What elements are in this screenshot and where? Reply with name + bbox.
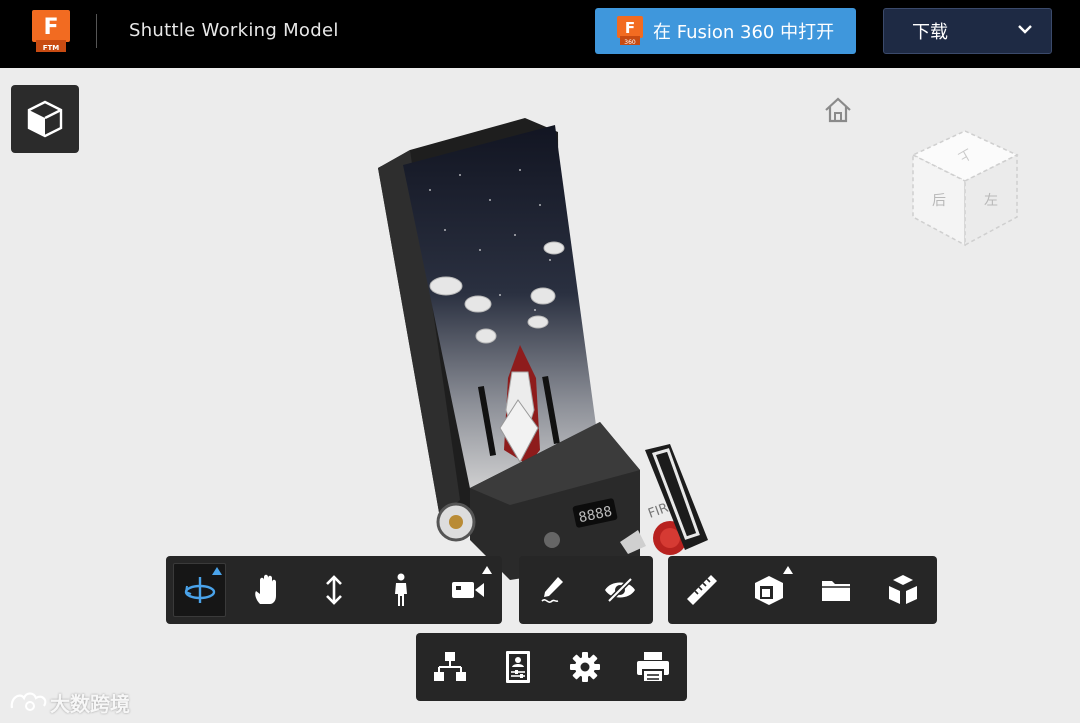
navigation-toolbar <box>166 556 502 624</box>
zoom-button[interactable] <box>301 556 368 624</box>
first-person-icon <box>395 573 408 606</box>
zoom-icon <box>326 575 343 605</box>
orbit-menu-indicator <box>212 567 223 575</box>
pan-icon <box>255 574 276 604</box>
measure-ruler-icon <box>686 575 717 605</box>
header-divider <box>96 14 97 48</box>
svg-text:360: 360 <box>624 39 636 46</box>
home-icon[interactable] <box>823 96 853 124</box>
settings-gear-icon <box>570 652 601 682</box>
watermark-logo-icon <box>10 691 47 711</box>
markup-toolbar <box>519 556 653 624</box>
pan-button[interactable] <box>233 556 300 624</box>
shuttle-model-canvas[interactable]: 8888 FIRE <box>370 110 720 580</box>
explode-button[interactable] <box>870 556 937 624</box>
svg-text:F: F <box>43 15 58 40</box>
print-icon <box>637 652 670 683</box>
watermark-text: 大数跨境 <box>50 692 130 716</box>
camera-menu-indicator <box>481 566 492 574</box>
section-button[interactable] <box>735 556 802 624</box>
chevron-down-icon <box>1018 25 1032 34</box>
watermark: 大数跨境 <box>8 688 130 717</box>
download-button[interactable]: 下载 <box>883 8 1052 54</box>
svg-text:左: 左 <box>984 193 998 209</box>
fusion-logo-icon: F FTM <box>32 10 70 52</box>
hide-button[interactable] <box>586 556 653 624</box>
print-button[interactable] <box>619 633 687 701</box>
orbit-icon <box>184 577 215 603</box>
download-label: 下载 <box>912 22 948 43</box>
measure-button[interactable] <box>668 556 735 624</box>
orbit-button[interactable] <box>173 563 227 617</box>
settings-button[interactable] <box>552 633 620 701</box>
top-bar: F FTM Shuttle Working Model F 360 在 Fusi… <box>0 0 1080 68</box>
open-button-label: 在 Fusion 360 中打开 <box>653 22 835 43</box>
first-person-button[interactable] <box>368 556 435 624</box>
hide-eye-icon <box>604 577 635 603</box>
utility-toolbar <box>416 633 687 701</box>
properties-icon <box>505 651 530 683</box>
explode-icon <box>889 575 918 604</box>
viewcube-icon[interactable]: 上 后 左 <box>905 125 1025 255</box>
open-in-fusion-button[interactable]: F 360 在 Fusion 360 中打开 <box>595 8 856 54</box>
markup-button[interactable] <box>519 556 586 624</box>
section-box-icon <box>754 576 783 605</box>
box-view-icon <box>27 100 63 138</box>
camera-icon <box>452 582 485 598</box>
fusion-360-icon: F 360 <box>617 16 643 46</box>
folder-icon <box>822 581 851 601</box>
folder-button[interactable] <box>803 556 870 624</box>
properties-button[interactable] <box>484 633 552 701</box>
section-menu-indicator <box>782 566 793 574</box>
model-browser-icon <box>433 652 466 681</box>
markup-pencil-icon <box>540 577 563 603</box>
svg-text:FTM: FTM <box>43 44 60 52</box>
svg-text:F: F <box>625 19 635 37</box>
camera-button[interactable] <box>435 556 502 624</box>
model-browser-button[interactable] <box>416 633 484 701</box>
svg-text:后: 后 <box>932 193 946 209</box>
inspect-toolbar <box>668 556 937 624</box>
document-title: Shuttle Working Model <box>129 20 339 41</box>
model-view-button[interactable] <box>11 85 79 153</box>
